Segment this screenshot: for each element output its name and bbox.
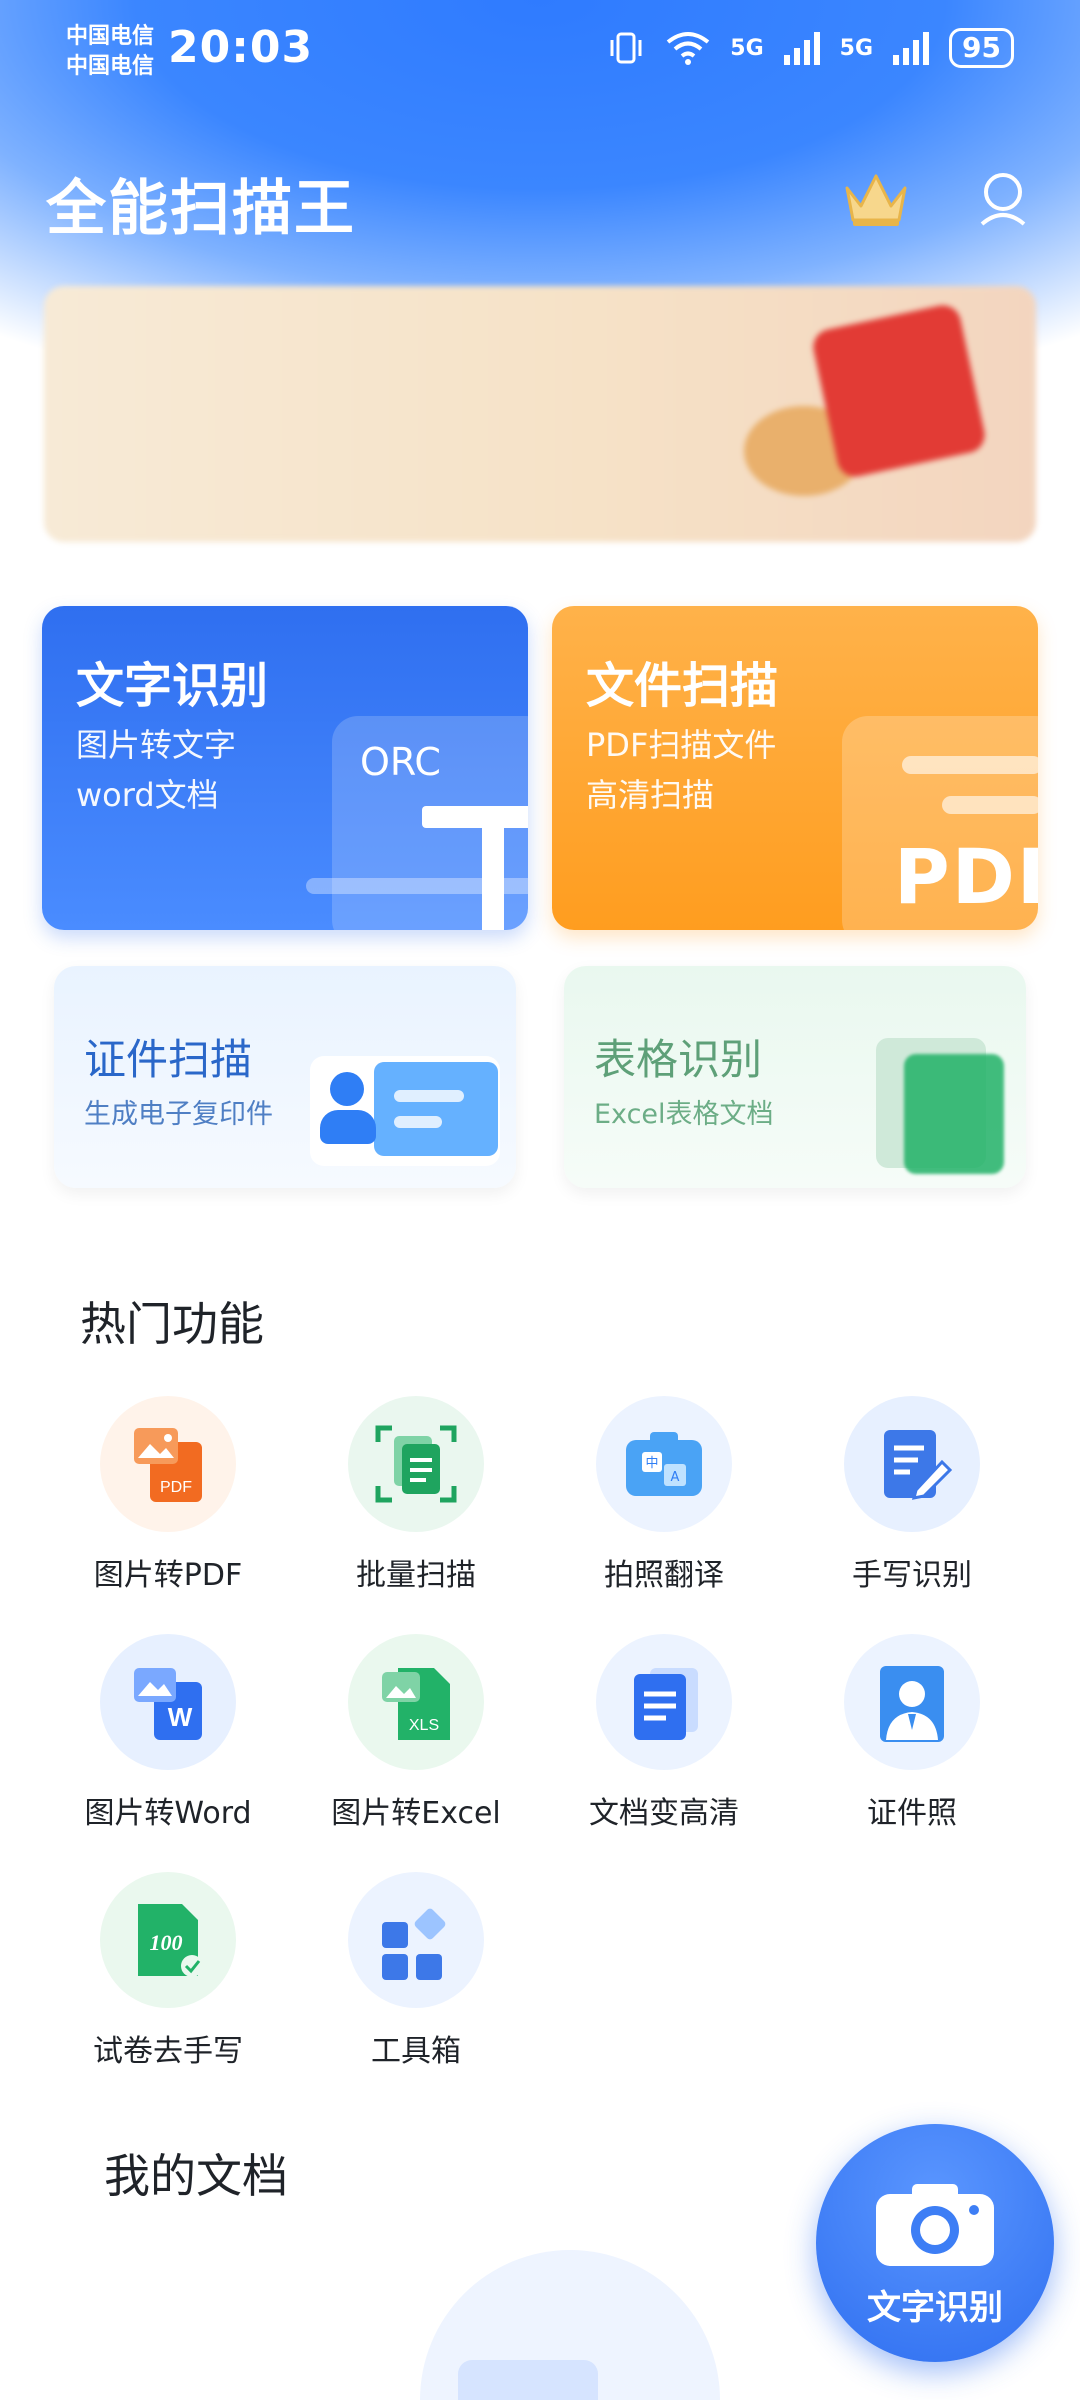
card-title: 文字识别 [76, 658, 269, 714]
hot-features-title: 热门功能 [80, 1297, 264, 1351]
card-title: 表格识别 [594, 1035, 763, 1084]
card-title: 证件扫描 [84, 1035, 253, 1084]
card-line1: 图片转文字 [76, 726, 237, 764]
image-to-pdf-icon: PDF [100, 1396, 236, 1532]
svg-text:中: 中 [645, 1456, 658, 1471]
feature-label: 批量扫描 [356, 1558, 476, 1593]
network-1: 5G [730, 35, 764, 61]
camera-icon [876, 2184, 994, 2266]
app-title: 全能扫描王 [46, 174, 356, 244]
card-title: 文件扫描 [586, 658, 779, 714]
feature-image-to-excel[interactable]: XLS 图片转Excel [292, 1634, 540, 1832]
card-line2: word文档 [76, 776, 219, 814]
signal-icon-2 [893, 32, 930, 65]
feature-toolbox[interactable]: 工具箱 [292, 1872, 540, 2070]
svg-text:A: A [671, 1470, 680, 1485]
ocr-badge: ORC [360, 740, 441, 784]
photo-translate-icon: 中 A [596, 1396, 732, 1532]
document-hd-icon [596, 1634, 732, 1770]
vibrate-icon [610, 32, 642, 64]
card-line2: 高清扫描 [586, 776, 715, 814]
carrier-2: 中国电信 [66, 54, 155, 79]
image-to-excel-icon: XLS [348, 1634, 484, 1770]
feature-exam-erase[interactable]: 100 试卷去手写 [44, 1872, 292, 2070]
image-to-word-icon: W [100, 1634, 236, 1770]
id-photo-icon [844, 1634, 980, 1770]
feature-batch-scan[interactable]: 批量扫描 [292, 1396, 540, 1594]
feature-document-hd[interactable]: 文档变高清 [540, 1634, 788, 1832]
feature-label: 文档变高清 [589, 1796, 739, 1831]
feature-label: 图片转Word [84, 1796, 252, 1831]
signal-icon [783, 32, 820, 65]
feature-label: 图片转PDF [93, 1558, 243, 1593]
toolbox-icon [348, 1872, 484, 2008]
id-scan-card[interactable]: 证件扫描 生成电子复印件 [54, 966, 516, 1188]
feature-photo-translate[interactable]: 中 A 拍照翻译 [540, 1396, 788, 1594]
feature-label: 手写识别 [852, 1558, 972, 1593]
status-bar: 中国电信 中国电信 20:03 5G 5G 95 [0, 0, 1080, 100]
feature-label: 试卷去手写 [93, 2034, 243, 2069]
svg-text:XLS: XLS [409, 1717, 439, 1734]
card-subtitle: 生成电子复印件 [84, 1099, 273, 1130]
battery-indicator: 95 [949, 28, 1014, 68]
feature-id-photo[interactable]: 证件照 [788, 1634, 1036, 1832]
feature-image-to-word[interactable]: W 图片转Word [44, 1634, 292, 1832]
status-icons: 5G 5G 95 [606, 28, 1014, 68]
crown-icon[interactable] [843, 170, 909, 228]
text-recognition-card[interactable]: 文字识别 图片转文字 word文档 ORC [42, 606, 528, 930]
feature-handwriting[interactable]: 手写识别 [788, 1396, 1036, 1594]
svg-text:PDF: PDF [160, 1479, 192, 1496]
exam-erase-icon: 100 [100, 1872, 236, 2008]
card-line1: PDF扫描文件 [586, 726, 777, 764]
card-subtitle: Excel表格文档 [594, 1099, 774, 1130]
promo-banner[interactable] [44, 286, 1036, 542]
user-icon[interactable] [978, 170, 1028, 228]
pdf-badge: PDF [894, 832, 1038, 921]
fab-label: 文字识别 [867, 2288, 1003, 2328]
feature-label: 证件照 [867, 1796, 957, 1831]
batch-scan-icon [348, 1396, 484, 1532]
file-scan-card[interactable]: 文件扫描 PDF扫描文件 高清扫描 PDF [552, 606, 1038, 930]
feature-label: 拍照翻译 [604, 1558, 724, 1593]
clock: 20:03 [168, 22, 314, 73]
carrier-1: 中国电信 [66, 24, 155, 49]
svg-text:100: 100 [150, 1930, 183, 1955]
text-recognition-fab[interactable]: 文字识别 [816, 2124, 1054, 2362]
my-documents-title: 我的文档 [104, 2149, 288, 2203]
feature-label: 图片转Excel [331, 1796, 501, 1831]
feature-label: 工具箱 [371, 2034, 461, 2069]
carrier-info: 中国电信 中国电信 [66, 22, 154, 82]
network-2: 5G [839, 35, 874, 61]
handwriting-icon [844, 1396, 980, 1532]
wifi-icon [667, 32, 710, 65]
feature-image-to-pdf[interactable]: PDF 图片转PDF [44, 1396, 292, 1594]
svg-text:W: W [168, 1702, 193, 1732]
table-recognition-card[interactable]: 表格识别 Excel表格文档 [564, 966, 1026, 1188]
